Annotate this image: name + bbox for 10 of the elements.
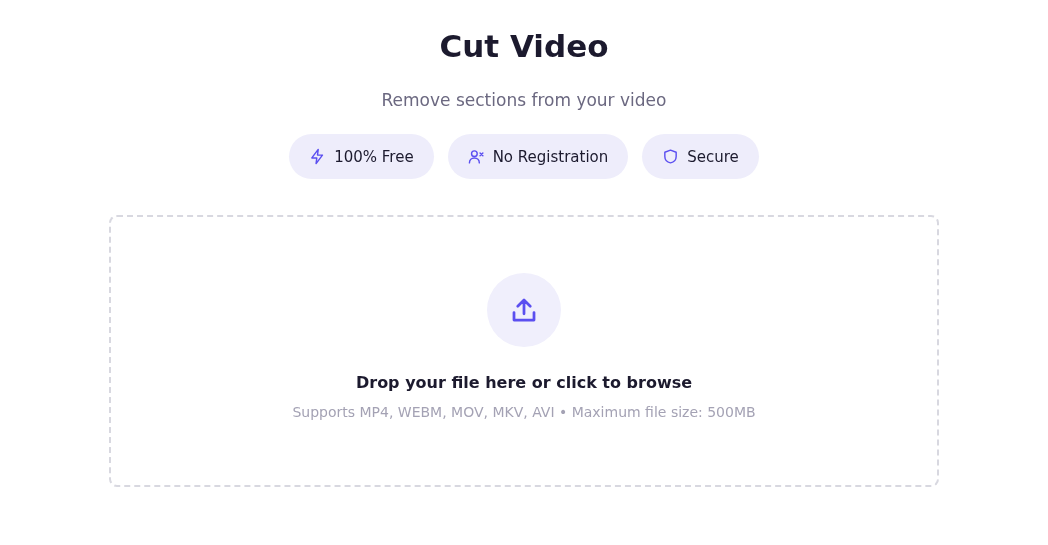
badge-label: 100% Free	[334, 147, 414, 166]
badge-label: No Registration	[492, 147, 609, 166]
dropzone-hint: Supports MP4, WEBM, MOV, MKV, AVI • Maximum file size: 500MB	[292, 404, 756, 420]
badge-label: Secure	[687, 147, 739, 166]
user-x-icon	[467, 148, 485, 165]
shield-icon	[662, 148, 680, 165]
file-dropzone[interactable]: Drop your file here or click to browse Supports MP4, WEBM, MOV, MKV, AVI • Maximum file size: 500MB	[109, 215, 939, 487]
subtitle: Remove sections from your video	[381, 89, 667, 112]
dropzone-prompt: Drop your file here or click to browse	[355, 373, 693, 392]
page-title: Cut Video	[439, 27, 609, 66]
